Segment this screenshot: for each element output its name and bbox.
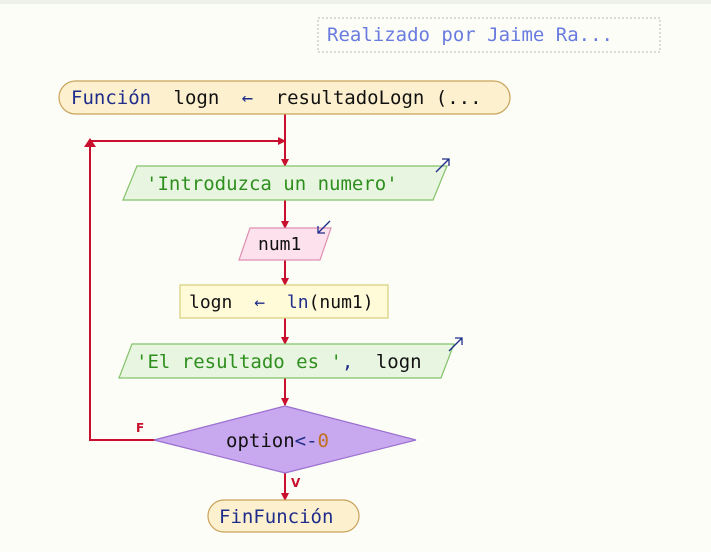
loop-arrow-head (84, 138, 96, 147)
process-block: logn ← ln(num1) (179, 284, 389, 319)
start-terminal-text: Función logn ← resultadoLogn (... (71, 87, 482, 109)
false-branch-label: F (136, 421, 144, 435)
decision-condition-text: option<-0 (226, 430, 329, 452)
end-terminal-text: FinFunción (219, 506, 333, 528)
start-terminal: Función logn ← resultadoLogn (... (58, 80, 511, 115)
output-block-2: 'El resultado es ', logn (118, 337, 463, 379)
credit-text: Realizado por Jaime Ra... (327, 24, 613, 46)
output-2-text: 'El resultado es ', logn (136, 351, 422, 373)
flowchart-canvas: Realizado por Jaime Ra... F V Función lo… (0, 0, 711, 552)
output-1-text: 'Introduzca un numero' (146, 173, 398, 195)
flowchart-diagram: Realizado por Jaime Ra... F V Función lo… (58, 17, 661, 533)
true-branch-label: V (291, 476, 301, 490)
credit-box: Realizado por Jaime Ra... (317, 17, 661, 53)
input-variable-text: num1 (258, 234, 301, 255)
end-terminal: FinFunción (207, 499, 360, 533)
decision-block: option<-0 (153, 405, 417, 474)
